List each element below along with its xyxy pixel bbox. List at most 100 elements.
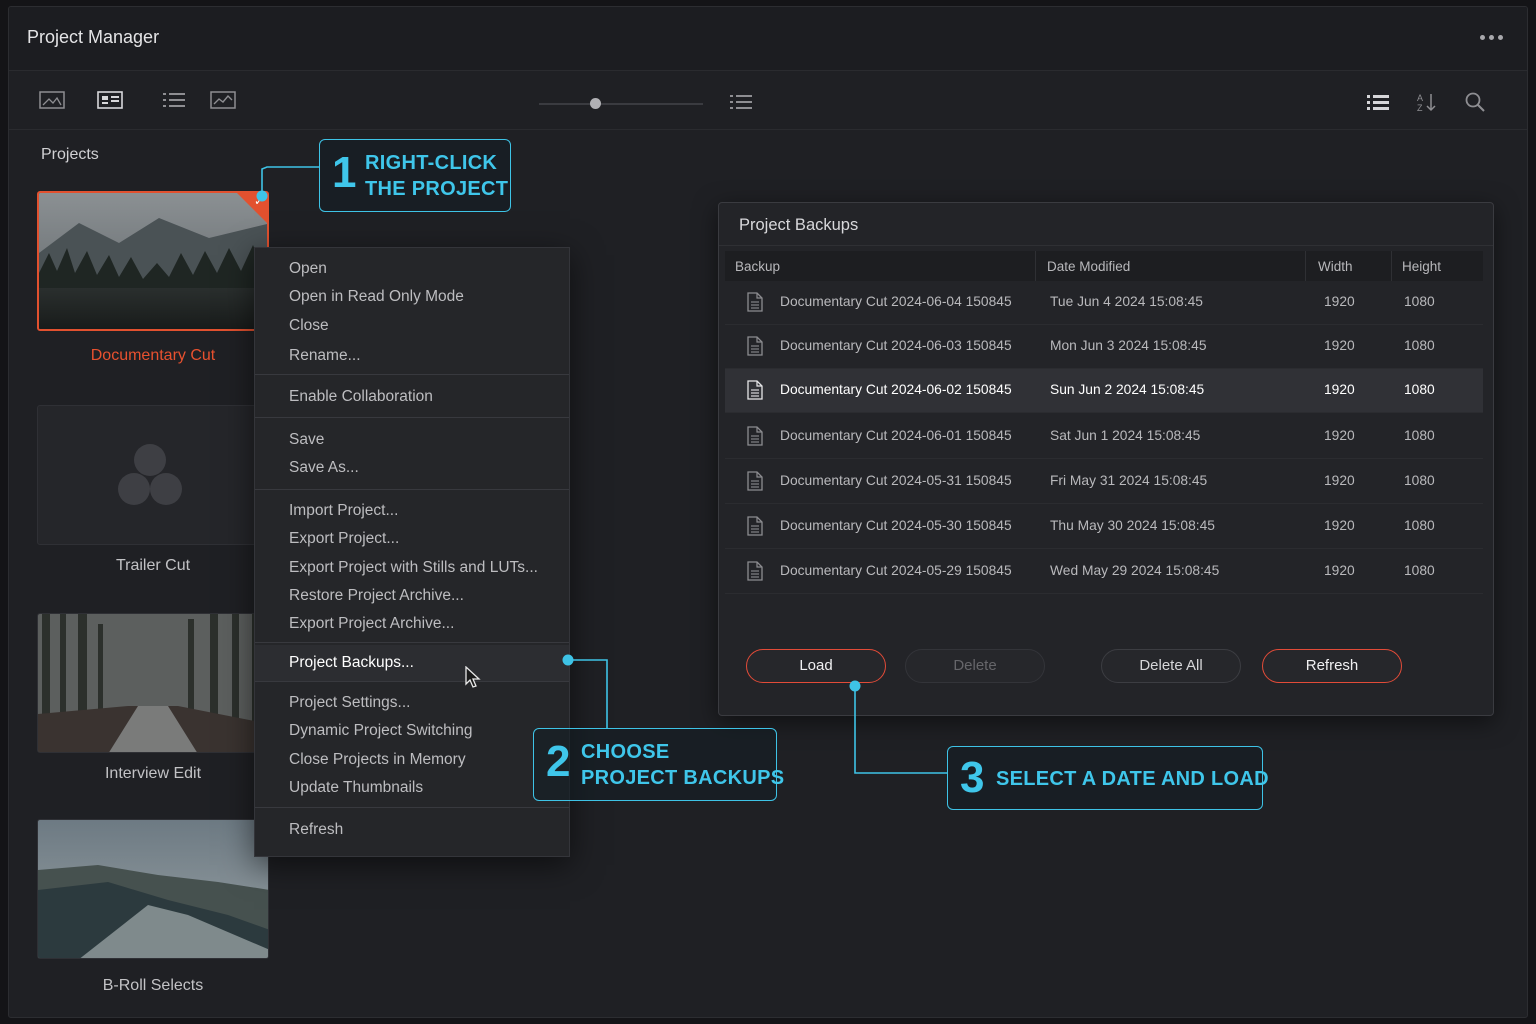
- project-manager-window: Project Manager AZ Projects ✓ Documentar…: [8, 6, 1528, 1018]
- menu-item-enable-collaboration[interactable]: Enable Collaboration: [289, 388, 433, 406]
- column-header-width[interactable]: Width: [1318, 259, 1353, 274]
- width-cell: 1920: [1324, 428, 1355, 443]
- backup-name-cell: Documentary Cut 2024-05-31 150845: [780, 473, 1012, 488]
- height-cell: 1080: [1404, 338, 1435, 353]
- callout-text-line1: SELECT A DATE AND LOAD: [996, 768, 1269, 790]
- menu-item-close-in-memory[interactable]: Close Projects in Memory: [289, 751, 466, 769]
- backup-name-cell: Documentary Cut 2024-05-30 150845: [780, 518, 1012, 533]
- column-separator: [1305, 251, 1306, 281]
- table-row[interactable]: Documentary Cut 2024-05-30 150845 Thu May…: [725, 505, 1483, 549]
- width-cell: 1920: [1324, 518, 1355, 533]
- menu-item-open-read-only[interactable]: Open in Read Only Mode: [289, 288, 464, 306]
- callout-text-line1: CHOOSE: [581, 741, 670, 763]
- callout-step-2: 2 CHOOSE PROJECT BACKUPS: [533, 728, 784, 801]
- grid-view-icon[interactable]: [97, 90, 123, 115]
- zoom-slider-handle[interactable]: [590, 98, 601, 109]
- backup-name-cell: Documentary Cut 2024-05-29 150845: [780, 563, 1012, 578]
- mouse-cursor-icon: [465, 666, 481, 688]
- menu-item-restore-archive[interactable]: Restore Project Archive...: [289, 587, 464, 605]
- height-cell: 1080: [1404, 294, 1435, 309]
- project-name-interview-edit: Interview Edit: [104, 765, 202, 782]
- menu-item-export-archive[interactable]: Export Project Archive...: [289, 615, 454, 633]
- document-icon: [747, 380, 763, 405]
- document-icon: [747, 516, 763, 541]
- date-modified-cell: Thu May 30 2024 15:08:45: [1050, 518, 1215, 533]
- context-menu: Open Open in Read Only Mode Close Rename…: [254, 247, 570, 857]
- height-cell: 1080: [1404, 473, 1435, 488]
- delete-button[interactable]: Delete: [905, 649, 1045, 683]
- menu-item-refresh[interactable]: Refresh: [289, 821, 343, 839]
- callout-step-3: 3 SELECT A DATE AND LOAD: [947, 746, 1269, 810]
- menu-item-dynamic-switching[interactable]: Dynamic Project Switching: [289, 722, 472, 740]
- document-icon: [747, 336, 763, 361]
- date-modified-cell: Sun Jun 2 2024 15:08:45: [1050, 382, 1205, 397]
- menu-item-update-thumbnails[interactable]: Update Thumbnails: [289, 779, 423, 797]
- callout-text-line2: PROJECT BACKUPS: [581, 767, 785, 789]
- delete-all-button[interactable]: Delete All: [1101, 649, 1241, 683]
- date-modified-cell: Wed May 29 2024 15:08:45: [1050, 563, 1220, 578]
- project-thumbnail-documentary-cut[interactable]: ✓: [37, 191, 269, 331]
- project-thumbnail-trailer-cut[interactable]: [37, 405, 269, 545]
- date-modified-cell: Mon Jun 3 2024 15:08:45: [1050, 338, 1207, 353]
- window-title: Project Manager: [27, 27, 160, 47]
- backup-name-cell: Documentary Cut 2024-06-03 150845: [780, 338, 1012, 353]
- table-row[interactable]: Documentary Cut 2024-06-02 150845 Sun Jun…: [725, 369, 1483, 413]
- menu-divider: [255, 681, 569, 682]
- project-thumbnail-b-roll-selects[interactable]: [37, 819, 269, 959]
- davinci-logo-icon: [118, 444, 182, 505]
- backup-name-cell: Documentary Cut 2024-06-04 150845: [780, 294, 1012, 309]
- table-row[interactable]: Documentary Cut 2024-06-03 150845 Mon Jun…: [725, 325, 1483, 369]
- backup-name-cell: Documentary Cut 2024-06-02 150845: [780, 382, 1012, 397]
- table-row[interactable]: Documentary Cut 2024-06-04 150845 Tue Jun…: [725, 281, 1483, 325]
- column-separator: [1035, 251, 1036, 281]
- menu-item-export-stills-luts[interactable]: Export Project with Stills and LUTs...: [289, 559, 538, 577]
- menu-divider: [255, 489, 569, 490]
- zoom-slider-track[interactable]: [539, 103, 703, 105]
- refresh-button[interactable]: Refresh: [1262, 649, 1402, 683]
- panel-divider: [719, 245, 1493, 246]
- date-modified-cell: Sat Jun 1 2024 15:08:45: [1050, 428, 1201, 443]
- load-button[interactable]: Load: [746, 649, 886, 683]
- list-mode-icon[interactable]: [1366, 92, 1390, 117]
- project-name-trailer-cut: Trailer Cut: [115, 557, 191, 574]
- list-icon[interactable]: [729, 92, 753, 117]
- callout-number: 1: [332, 148, 357, 197]
- table-header: Backup Date Modified Width Height: [725, 251, 1483, 281]
- menu-item-project-settings[interactable]: Project Settings...: [289, 694, 410, 712]
- table-row[interactable]: Documentary Cut 2024-05-29 150845 Wed May…: [725, 550, 1483, 594]
- menu-item-close[interactable]: Close: [289, 317, 329, 335]
- project-thumbnail-interview-edit[interactable]: [37, 613, 269, 753]
- project-backups-panel: Project Backups Backup Date Modified Wid…: [718, 202, 1494, 716]
- callout-number: 2: [546, 737, 571, 786]
- list-view-icon[interactable]: [161, 90, 187, 115]
- callout-text-line2: THE PROJECT: [365, 178, 509, 200]
- menu-item-open[interactable]: Open: [289, 260, 327, 278]
- document-icon: [747, 561, 763, 586]
- sort-icon[interactable]: AZ: [1416, 91, 1438, 118]
- table-row[interactable]: Documentary Cut 2024-06-01 150845 Sat Jun…: [725, 415, 1483, 459]
- panel-title: Project Backups: [739, 216, 859, 234]
- column-header-height[interactable]: Height: [1402, 259, 1441, 274]
- menu-item-export-project[interactable]: Export Project...: [289, 530, 399, 548]
- menu-item-project-backups[interactable]: Project Backups...: [289, 654, 414, 672]
- menu-item-rename[interactable]: Rename...: [289, 347, 361, 365]
- more-options-icon[interactable]: [1480, 35, 1503, 40]
- project-name-b-roll-selects: B-Roll Selects: [102, 977, 204, 994]
- menu-item-save[interactable]: Save: [289, 431, 324, 449]
- column-header-date-modified[interactable]: Date Modified: [1047, 259, 1130, 274]
- callout-number: 3: [960, 753, 985, 802]
- width-cell: 1920: [1324, 294, 1355, 309]
- width-cell: 1920: [1324, 382, 1355, 397]
- height-cell: 1080: [1404, 382, 1435, 397]
- menu-item-import-project[interactable]: Import Project...: [289, 502, 398, 520]
- menu-item-save-as[interactable]: Save As...: [289, 459, 359, 477]
- thumbnail-view-icon[interactable]: [39, 90, 65, 115]
- search-icon[interactable]: [1464, 91, 1486, 118]
- chart-view-icon[interactable]: [210, 90, 236, 115]
- column-header-backup[interactable]: Backup: [735, 259, 780, 274]
- width-cell: 1920: [1324, 338, 1355, 353]
- callout-step-1: 1 RIGHT-CLICK THE PROJECT: [319, 139, 511, 212]
- projects-heading: Projects: [41, 146, 99, 163]
- menu-divider: [255, 642, 569, 643]
- table-row[interactable]: Documentary Cut 2024-05-31 150845 Fri May…: [725, 460, 1483, 504]
